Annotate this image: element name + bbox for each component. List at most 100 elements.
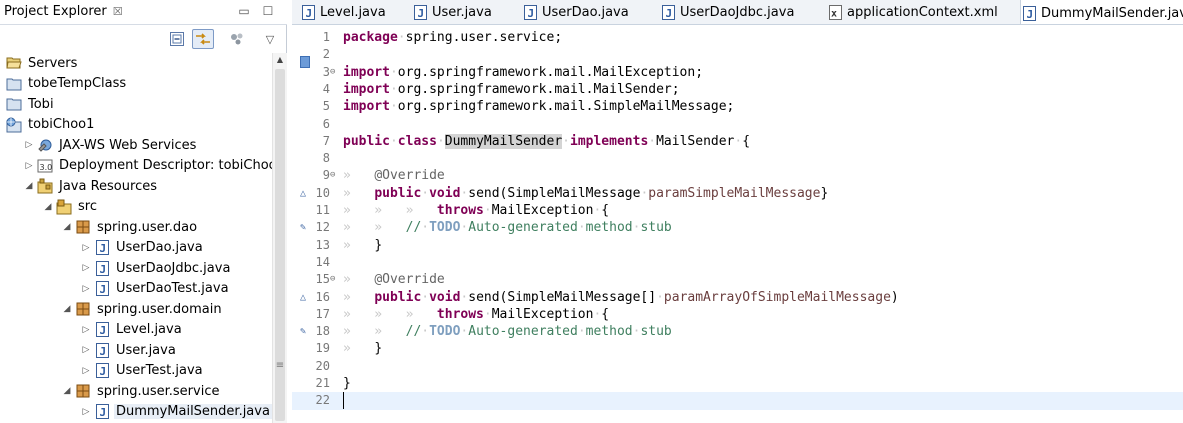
tree-item[interactable]: ◢ src [0, 197, 272, 218]
task-marker-icon[interactable]: ✎ [300, 219, 312, 236]
tree-item[interactable]: ▷ J Level.java [0, 320, 272, 341]
code-line[interactable]: 16 △» public·void·send(SimpleMailMessage[… [292, 289, 1183, 306]
tree-item[interactable]: Servers [0, 53, 272, 74]
expand-arrow-icon[interactable]: ▷ [23, 140, 35, 150]
code-line[interactable]: 9 ⊖» @Override [292, 167, 1183, 184]
code-token: · [421, 324, 430, 340]
override-indicator-icon[interactable]: △ [300, 185, 312, 202]
code-line[interactable]: 8 [292, 150, 1183, 167]
expand-arrow-icon[interactable]: ▷ [80, 284, 92, 294]
expand-arrow-icon[interactable]: ▷ [80, 407, 92, 417]
editor-tab[interactable]: J UserDaoJdbc.java [660, 0, 794, 24]
code-line[interactable]: 19 » } [292, 340, 1183, 357]
code-line[interactable]: 3 ⊖ import·org.springframework.mail.MailEx… [292, 64, 1183, 81]
task-marker-icon[interactable]: ✎ [300, 323, 312, 340]
code-line[interactable]: 1 package·spring.user.service; [292, 29, 1183, 46]
collapse-arrow-icon[interactable]: ◢ [61, 304, 73, 314]
code-line[interactable]: 10 △» public·void·send(SimpleMailMessage·… [292, 185, 1183, 202]
project-tree: Servers tobeTempClass Tobi tobiChoo1 ▷ JAX-WS… [0, 53, 272, 423]
tree-item[interactable]: ▷ J UserDaoJdbc.java [0, 258, 272, 279]
view-menu-button[interactable]: ▽ [259, 29, 281, 49]
tree-item[interactable]: ▷ J UserDao.java [0, 238, 272, 259]
code-line[interactable]: 5 import·org.springframework.mail.SimpleM… [292, 98, 1183, 115]
tree-item[interactable]: ◢ spring.user.service [0, 381, 272, 402]
code-token: » [343, 272, 375, 288]
scrollbar-grip-icon: ≡ [275, 360, 285, 371]
code-line[interactable]: 4 import·org.springframework.mail.MailSen… [292, 81, 1183, 98]
fold-toggle-icon[interactable]: ⊖ [330, 271, 340, 288]
code-token: throws [436, 203, 484, 218]
editor-tab[interactable]: J DummyMailSender.java [1020, 0, 1183, 24]
collapse-arrow-icon[interactable]: ◢ [23, 181, 35, 191]
collapse-arrow-icon[interactable]: ◢ [61, 386, 73, 396]
line-number: 7 [322, 133, 330, 148]
scroll-up-icon[interactable]: ▲ [273, 53, 287, 67]
code-line[interactable]: 11» » » throws·MailException·{ [292, 202, 1183, 219]
code-text: » » » throws·MailException·{ [343, 202, 609, 219]
link-with-editor-icon [196, 33, 210, 45]
expand-arrow-icon[interactable]: ▷ [80, 325, 92, 335]
collapse-arrow-icon[interactable]: ◢ [61, 222, 73, 232]
collapse-arrow-icon[interactable]: ◢ [42, 202, 54, 212]
package-icon [75, 383, 91, 399]
tree-item[interactable]: ◢ spring.user.dao [0, 217, 272, 238]
code-token: // [405, 324, 422, 340]
code-line[interactable]: 12 ✎» » //·TODO·Auto-generated·method·stu… [292, 219, 1183, 236]
code-line[interactable]: 15 ⊖» @Override [292, 271, 1183, 288]
code-text: » @Override [343, 271, 445, 288]
override-indicator-icon[interactable]: △ [300, 289, 312, 306]
code-token: MailSender [656, 133, 735, 149]
tree-item[interactable]: ▷ 3.0 Deployment Descriptor: tobiChoo1 [0, 156, 272, 177]
tree-item[interactable]: ◢ Java Resources [0, 176, 272, 197]
maximize-view-icon[interactable]: ☐ [260, 3, 276, 19]
link-with-editor-button[interactable] [192, 29, 214, 49]
fold-toggle-icon[interactable]: ⊖ [330, 64, 340, 81]
code-line[interactable]: 17» » » throws·MailException·{ [292, 306, 1183, 323]
code-token: @Override [374, 168, 445, 184]
code-token: TODO [429, 324, 461, 340]
minimize-view-icon[interactable]: ▭ [236, 3, 252, 19]
tree-item[interactable]: ◢ spring.user.domain [0, 299, 272, 320]
project-explorer-tab[interactable]: Project Explorer ☒ [0, 0, 129, 25]
view-close-icon[interactable]: ☒ [113, 5, 123, 18]
tree-item[interactable]: ▷ J UserTest.java [0, 361, 272, 382]
project-icon [6, 96, 22, 112]
tree-item[interactable]: ▷ J User.java [0, 340, 272, 361]
tree-item[interactable]: ▷ J DummyMailSender.java [0, 402, 272, 423]
expand-arrow-icon[interactable]: ▷ [80, 366, 92, 376]
editor-tab[interactable]: J User.java [412, 0, 492, 24]
project-explorer-scrollbar[interactable]: ▲ ≡ [272, 53, 287, 423]
tree-item[interactable]: ▷ J UserDaoTest.java [0, 279, 272, 300]
code-line[interactable]: 20 [292, 358, 1183, 375]
svg-text:J: J [666, 7, 673, 20]
expand-arrow-icon[interactable]: ▷ [80, 263, 92, 273]
tree-item[interactable]: tobeTempClass [0, 74, 272, 95]
code-line[interactable]: 14 [292, 254, 1183, 271]
editor-tab[interactable]: J Level.java [300, 0, 386, 24]
code-line[interactable]: 18 ✎» » //·TODO·Auto-generated·method·stu… [292, 323, 1183, 340]
code-line[interactable]: 6 [292, 116, 1183, 133]
code-line[interactable]: 22 [292, 392, 1183, 410]
code-line[interactable]: 2 [292, 46, 1183, 63]
code-line[interactable]: 13 » } [292, 237, 1183, 254]
code-token: · [483, 306, 492, 322]
editor-tab[interactable]: J UserDao.java [522, 0, 629, 24]
expand-arrow-icon[interactable]: ▷ [80, 345, 92, 355]
expand-arrow-icon[interactable]: ▷ [80, 243, 92, 253]
folder-open-icon [6, 55, 22, 71]
tree-item[interactable]: ▷ JAX-WS Web Services [0, 135, 272, 156]
code-line[interactable]: 21} [292, 375, 1183, 392]
tree-item[interactable]: tobiChoo1 [0, 115, 272, 136]
tree-item[interactable]: Tobi [0, 94, 272, 115]
code-line[interactable]: 7 public·class·DummyMailSender·implements… [292, 133, 1183, 150]
expand-arrow-icon[interactable]: ▷ [23, 161, 35, 171]
deployment-descriptor-icon: 3.0 [37, 158, 53, 174]
java-file-icon: J [94, 404, 110, 420]
package-icon [75, 301, 91, 317]
editor-tab[interactable]: x applicationContext.xml [827, 0, 998, 24]
filter-button[interactable] [226, 29, 248, 49]
code-text: » public·void·send(SimpleMailMessage[]·p… [343, 289, 899, 306]
line-number: 5 [322, 99, 330, 114]
collapse-all-button[interactable] [166, 29, 188, 49]
fold-toggle-icon[interactable]: ⊖ [330, 167, 340, 184]
